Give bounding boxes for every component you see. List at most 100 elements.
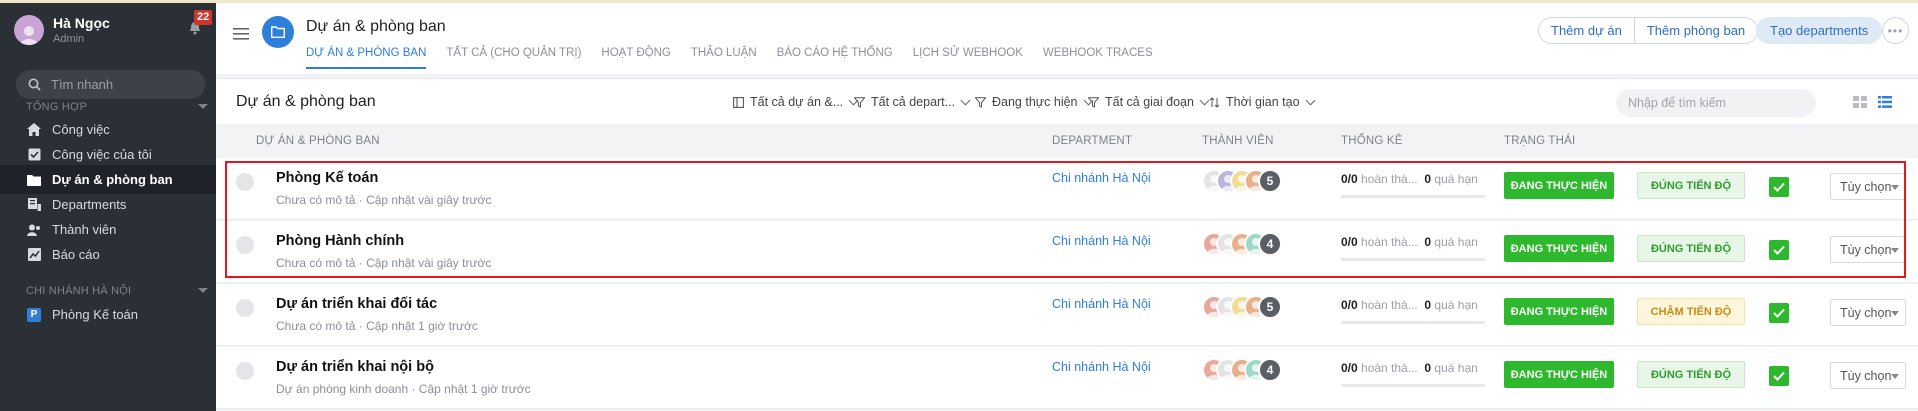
search-placeholder: Tìm nhanh xyxy=(51,77,114,92)
chevron-down-icon[interactable] xyxy=(198,104,208,109)
row-select-radio[interactable] xyxy=(236,173,254,191)
status-badge[interactable]: ĐANG THỰC HIỆN xyxy=(1504,235,1614,262)
tab-projects-departments[interactable]: DỰ ÁN & PHÒNG BAN xyxy=(306,47,427,69)
toolbar: Dự án & phòng ban Tất cả dự án &... Tất … xyxy=(216,78,1918,124)
home-icon xyxy=(26,122,42,138)
sidebar-item-label: Dự án & phòng ban xyxy=(52,172,173,187)
row-select-radio[interactable] xyxy=(236,299,254,317)
sidebar-item-reports[interactable]: Báo cáo xyxy=(0,240,216,269)
funnel-icon xyxy=(1088,96,1099,108)
chart-icon xyxy=(26,247,42,263)
filter-label: Thời gian tạo xyxy=(1226,95,1300,109)
task-progress-bar xyxy=(1341,384,1485,387)
sidebar-item-label: Báo cáo xyxy=(52,247,100,262)
list-view-icon[interactable] xyxy=(1878,96,1892,108)
status-badge[interactable]: ĐANG THỰC HIỆN xyxy=(1504,361,1614,388)
dropdown-caret-icon xyxy=(1891,374,1899,379)
tab-webhook-history[interactable]: LỊCH SỬ WEBHOOK xyxy=(913,47,1023,69)
progress-badge: CHẬM TIẾN ĐỘ xyxy=(1637,298,1745,325)
user-name: Hà Ngọc xyxy=(53,15,110,31)
task-stats: 0/0 hoàn thà... 0 quá hạn xyxy=(1341,172,1478,186)
tab-activity[interactable]: HOẠT ĐỘNG xyxy=(601,47,670,69)
checkmark-icon[interactable] xyxy=(1769,303,1789,323)
checkmark-icon[interactable] xyxy=(1769,177,1789,197)
filter-stages[interactable]: Tất cả giai đoạn xyxy=(1088,95,1210,109)
hamburger-menu-icon[interactable] xyxy=(233,28,249,40)
table-row[interactable]: Dự án triển khai đối tác Chưa có mô tả ·… xyxy=(216,284,1918,346)
task-stats: 0/0 hoàn thà... 0 quá hạn xyxy=(1341,235,1478,249)
task-progress-bar xyxy=(1341,258,1485,261)
avatar xyxy=(14,15,44,45)
table-row[interactable]: Phòng Hành chính Chưa có mô tả · Cập nhậ… xyxy=(216,221,1918,283)
sort-created-time[interactable]: Thời gian tạo xyxy=(1209,95,1315,109)
filter-label: Tất cả giai đoạn xyxy=(1105,95,1194,109)
options-dropdown[interactable]: Tùy chọn xyxy=(1830,299,1906,326)
sidebar-item-label: Phòng Kế toán xyxy=(52,307,139,322)
section-title-overview: TỔNG HỢP xyxy=(26,101,88,113)
grid-view-icon[interactable] xyxy=(1853,96,1867,108)
tab-discussion[interactable]: THẢO LUẬN xyxy=(691,47,757,69)
funnel-icon xyxy=(854,96,865,108)
row-select-radio[interactable] xyxy=(236,236,254,254)
project-name[interactable]: Phòng Hành chính xyxy=(276,233,404,249)
tab-system-report[interactable]: BÁO CÁO HỆ THỐNG xyxy=(777,47,893,69)
chevron-down-icon[interactable] xyxy=(198,288,208,293)
status-badge[interactable]: ĐANG THỰC HIỆN xyxy=(1504,298,1614,325)
column-header-department: DEPARTMENT xyxy=(1052,135,1133,147)
table-row[interactable]: Phòng Kế toán Chưa có mô tả · Cập nhật v… xyxy=(216,158,1918,220)
department-link[interactable]: Chi nhánh Hà Nội xyxy=(1052,297,1151,311)
table-row[interactable]: Dự án triển khai nội bộ Dự án phòng kinh… xyxy=(216,347,1918,409)
members-icon xyxy=(26,222,42,238)
filter-status[interactable]: Đang thực hiện xyxy=(975,95,1093,109)
column-header-status: TRẠNG THÁI xyxy=(1504,135,1576,147)
dropdown-caret-icon xyxy=(1891,248,1899,253)
sidebar-item-label: Departments xyxy=(52,197,127,212)
project-name[interactable]: Dự án triển khai nội bộ xyxy=(276,359,434,375)
sidebar-item-accounting[interactable]: P Phòng Kế toán xyxy=(0,300,216,329)
tab-all-admin[interactable]: TẤT CẢ (CHO QUẢN TRỊ) xyxy=(446,47,581,69)
top-accent-line xyxy=(0,0,1918,3)
department-link[interactable]: Chi nhánh Hà Nội xyxy=(1052,171,1151,185)
options-dropdown[interactable]: Tùy chọn xyxy=(1830,173,1906,200)
folder-icon xyxy=(262,16,294,48)
progress-badge: ĐÚNG TIẾN ĐỘ xyxy=(1637,172,1745,199)
status-badge[interactable]: ĐANG THỰC HIỆN xyxy=(1504,172,1614,199)
filter-label: Đang thực hiện xyxy=(992,95,1078,109)
options-dropdown[interactable]: Tùy chọn xyxy=(1830,236,1906,263)
options-dropdown[interactable]: Tùy chọn xyxy=(1830,362,1906,389)
task-stats: 0/0 hoàn thà... 0 quá hạn xyxy=(1341,298,1478,312)
funnel-icon xyxy=(975,96,986,108)
create-departments-button[interactable]: Tạo departments xyxy=(1756,17,1883,44)
section-title-branch: CHI NHÁNH HÀ NỘI xyxy=(26,285,132,297)
checkmark-icon[interactable] xyxy=(1769,240,1789,260)
column-header-project: DỰ ÁN & PHÒNG BAN xyxy=(256,135,380,147)
more-options-button[interactable]: ••• xyxy=(1882,17,1909,44)
departments-icon xyxy=(26,197,42,213)
tab-webhook-traces[interactable]: WEBHOOK TRACES xyxy=(1043,47,1153,69)
filter-projects[interactable]: Tất cả dự án &... xyxy=(733,95,859,109)
task-progress-bar xyxy=(1341,195,1485,198)
project-name[interactable]: Dự án triển khai đối tác xyxy=(276,296,437,312)
add-project-button[interactable]: Thêm dự án xyxy=(1539,18,1634,43)
department-link[interactable]: Chi nhánh Hà Nội xyxy=(1052,234,1151,248)
project-name[interactable]: Phòng Kế toán xyxy=(276,170,378,186)
table-header: DỰ ÁN & PHÒNG BAN DEPARTMENT THÀNH VIÊN … xyxy=(216,124,1918,158)
sidebar-search-input[interactable]: Tìm nhanh xyxy=(16,70,205,99)
department-link[interactable]: Chi nhánh Hà Nội xyxy=(1052,360,1151,374)
project-badge-icon: P xyxy=(26,307,42,323)
sidebar-item-label: Thành viên xyxy=(52,222,117,237)
sort-icon xyxy=(1209,96,1220,108)
panel-icon xyxy=(733,96,744,108)
toolbar-title: Dự án & phòng ban xyxy=(236,93,376,110)
sidebar: Hà Ngọc Admin 22 Tìm nhanh TỔNG HỢP Công… xyxy=(0,3,216,411)
checkmark-icon[interactable] xyxy=(1769,366,1789,386)
user-profile[interactable]: Hà Ngọc Admin xyxy=(14,15,110,45)
row-select-radio[interactable] xyxy=(236,362,254,380)
filter-departments[interactable]: Tất cả depart... xyxy=(854,95,971,109)
member-count: 4 xyxy=(1258,232,1282,256)
member-count: 5 xyxy=(1258,169,1282,193)
add-department-button[interactable]: Thêm phòng ban xyxy=(1633,18,1758,43)
tab-bar: DỰ ÁN & PHÒNG BAN TẤT CẢ (CHO QUẢN TRỊ) … xyxy=(306,47,1173,69)
search-input[interactable]: Nhập để tìm kiếm xyxy=(1616,89,1816,117)
folder-icon xyxy=(26,172,42,188)
